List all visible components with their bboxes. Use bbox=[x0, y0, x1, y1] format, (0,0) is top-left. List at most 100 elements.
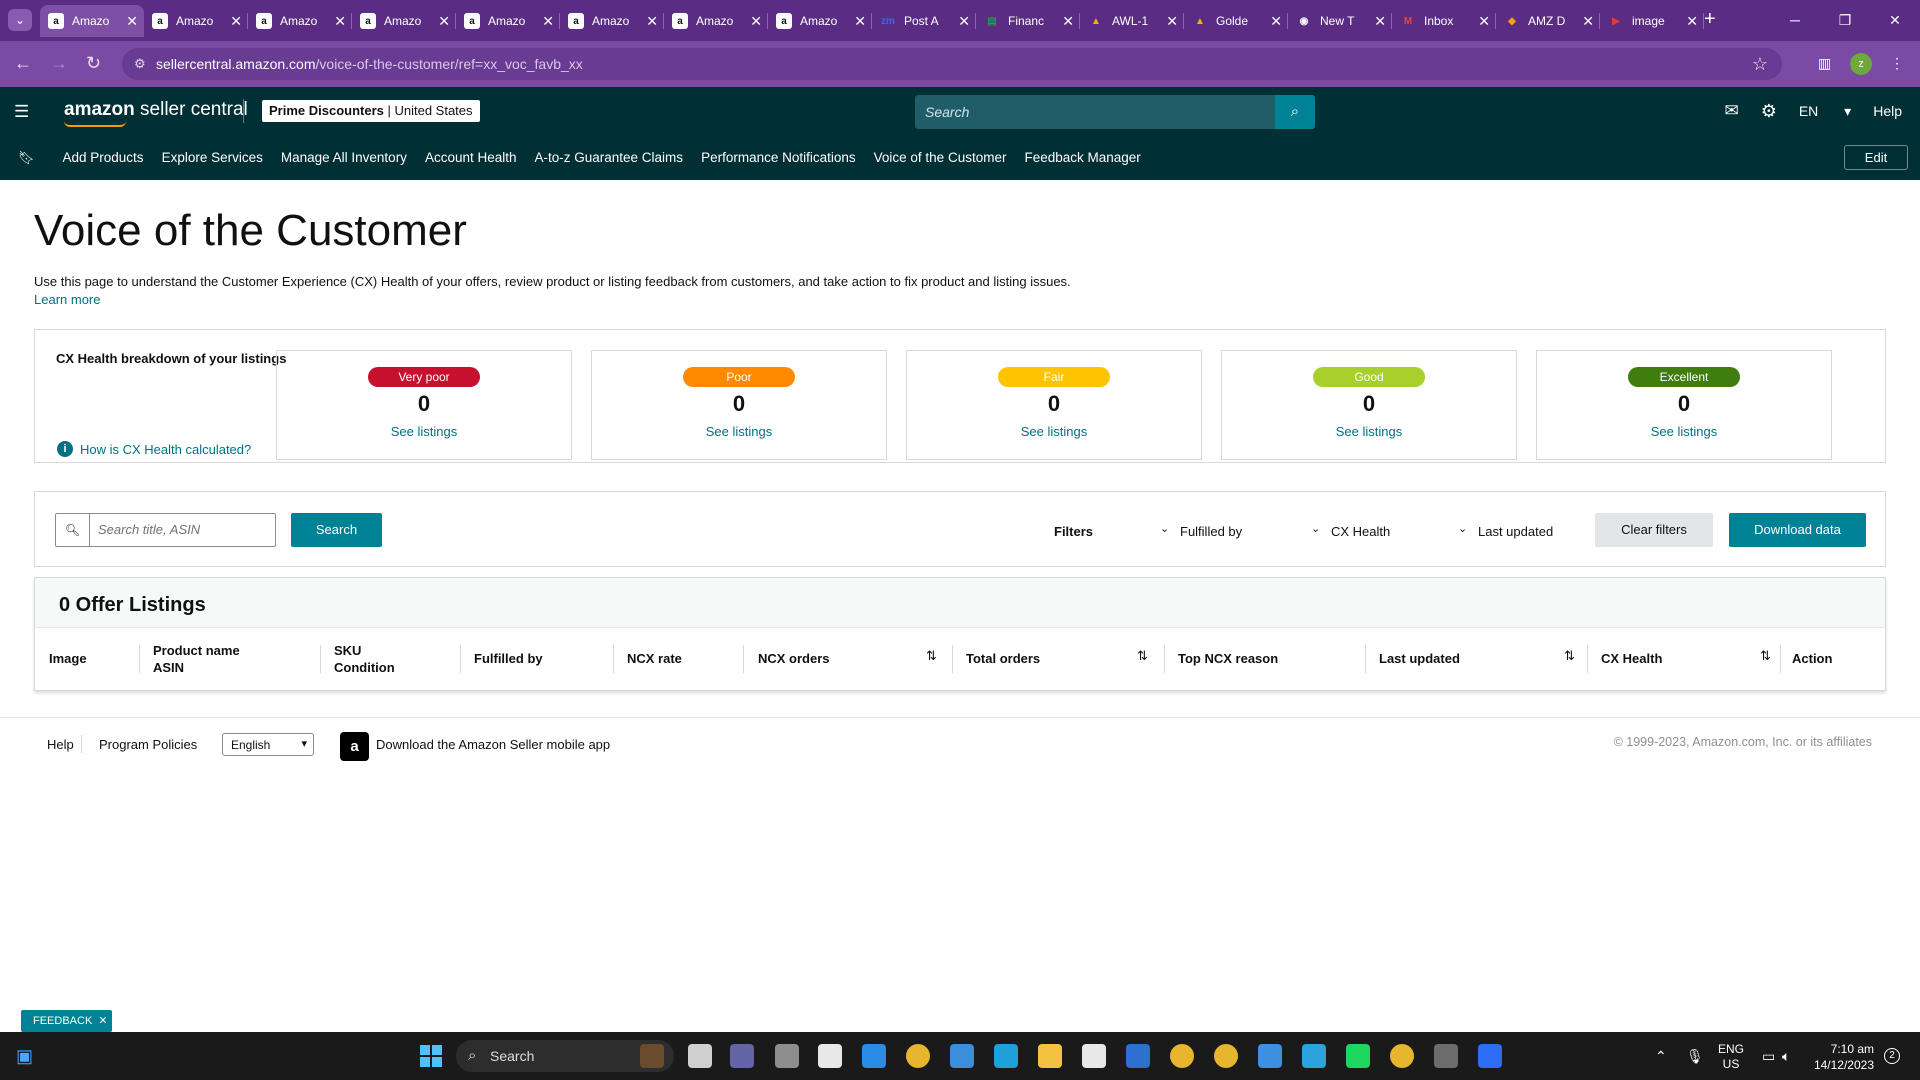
close-tab-icon[interactable]: ✕ bbox=[1062, 13, 1074, 30]
close-tab-icon[interactable]: ✕ bbox=[230, 13, 242, 30]
browser-tab[interactable]: ◆ AMZ D ✕ bbox=[1496, 5, 1600, 37]
nav-a-to-z-claims[interactable]: A-to-z Guarantee Claims bbox=[535, 150, 684, 165]
browser-tab[interactable]: ▶ image ✕ bbox=[1600, 5, 1704, 37]
close-tab-icon[interactable]: ✕ bbox=[542, 13, 554, 30]
close-icon[interactable]: ✕ bbox=[98, 1015, 107, 1027]
see-listings-link[interactable]: See listings bbox=[907, 424, 1201, 439]
nav-account-health[interactable]: Account Health bbox=[425, 150, 517, 165]
nav-explore-services[interactable]: Explore Services bbox=[162, 150, 263, 165]
footer-help-link[interactable]: Help bbox=[47, 737, 74, 752]
zoom-icon[interactable] bbox=[1478, 1044, 1502, 1068]
close-tab-icon[interactable]: ✕ bbox=[1478, 13, 1490, 30]
telegram-icon[interactable] bbox=[1302, 1044, 1326, 1068]
notification-badge[interactable]: 2 bbox=[1884, 1048, 1900, 1064]
chrome-icon[interactable] bbox=[1214, 1044, 1238, 1068]
browser-tab[interactable]: a Amazo ✕ bbox=[248, 5, 352, 37]
clear-filters-button[interactable]: Clear filters bbox=[1595, 513, 1713, 547]
forward-icon[interactable]: → bbox=[50, 53, 68, 74]
stocks-app-icon[interactable] bbox=[1082, 1044, 1106, 1068]
language-selector[interactable]: EN ▾ bbox=[1799, 103, 1851, 120]
close-tab-icon[interactable]: ✕ bbox=[1582, 13, 1594, 30]
browser-tab[interactable]: ▲ AWL-1 ✕ bbox=[1080, 5, 1184, 37]
browser-tab[interactable]: zm Post A ✕ bbox=[872, 5, 976, 37]
sort-icon[interactable]: ⇅ bbox=[1760, 648, 1771, 664]
header-search-button[interactable]: ⌕ bbox=[1275, 95, 1315, 129]
listing-search-button[interactable]: Search bbox=[291, 513, 382, 547]
network-icon[interactable]: ▭ bbox=[1762, 1032, 1775, 1080]
widgets-icon[interactable]: ▣ bbox=[16, 1046, 33, 1067]
listing-search-input[interactable]: 🔍︎ Search title, ASIN bbox=[55, 513, 276, 547]
browser-tab[interactable]: ▤ Financ ✕ bbox=[976, 5, 1080, 37]
download-data-button[interactable]: Download data bbox=[1729, 513, 1866, 547]
sort-icon[interactable]: ⇅ bbox=[1137, 648, 1148, 664]
footer-policies-link[interactable]: Program Policies bbox=[99, 737, 197, 752]
close-tab-icon[interactable]: ✕ bbox=[1166, 13, 1178, 30]
restore-icon[interactable]: ❐ bbox=[1820, 0, 1870, 41]
nav-voice-of-customer[interactable]: Voice of the Customer bbox=[874, 150, 1007, 165]
see-listings-link[interactable]: See listings bbox=[592, 424, 886, 439]
browser-tab[interactable]: a Amazo ✕ bbox=[144, 5, 248, 37]
store-icon[interactable] bbox=[862, 1044, 886, 1068]
browser-tab[interactable]: ▲ Golde ✕ bbox=[1184, 5, 1288, 37]
see-listings-link[interactable]: See listings bbox=[1537, 424, 1831, 439]
browser-tab[interactable]: a Amazo ✕ bbox=[352, 5, 456, 37]
close-tab-icon[interactable]: ✕ bbox=[1686, 13, 1698, 30]
close-tab-icon[interactable]: ✕ bbox=[1374, 13, 1386, 30]
bookmark-star-icon[interactable]: ☆ bbox=[1752, 54, 1768, 75]
see-listings-link[interactable]: See listings bbox=[1222, 424, 1516, 439]
cx-health-info-link[interactable]: i How is CX Health calculated? bbox=[57, 441, 251, 457]
nav-feedback-manager[interactable]: Feedback Manager bbox=[1024, 150, 1140, 165]
mail-icon[interactable]: ✉ bbox=[1724, 101, 1738, 121]
chrome-icon[interactable] bbox=[1170, 1044, 1194, 1068]
nav-add-products[interactable]: Add Products bbox=[63, 150, 144, 165]
notepad-icon[interactable] bbox=[1258, 1044, 1282, 1068]
stocks-app-icon[interactable] bbox=[818, 1044, 842, 1068]
footer-language-select[interactable]: English ▾ bbox=[222, 733, 314, 756]
back-icon[interactable]: ← bbox=[14, 53, 32, 74]
cx-health-filter[interactable]: CX Health bbox=[1331, 524, 1390, 539]
fulfilled-by-filter[interactable]: Fulfilled by bbox=[1180, 524, 1242, 539]
browser-tab[interactable]: M Inbox ✕ bbox=[1392, 5, 1496, 37]
microphone-icon[interactable]: 🎙︎ bbox=[1686, 1032, 1704, 1080]
download-app-link[interactable]: Download the Amazon Seller mobile app bbox=[376, 737, 610, 752]
header-search-input[interactable]: Search bbox=[915, 95, 1275, 129]
see-listings-link[interactable]: See listings bbox=[277, 424, 571, 439]
browser-menu-icon[interactable]: ⋮ bbox=[1890, 55, 1904, 72]
remote-desktop-icon[interactable] bbox=[950, 1044, 974, 1068]
browser-tab[interactable]: ◉ New T ✕ bbox=[1288, 5, 1392, 37]
help-link[interactable]: Help bbox=[1873, 103, 1902, 119]
teams-icon[interactable] bbox=[730, 1044, 754, 1068]
profile-avatar[interactable]: z bbox=[1850, 53, 1872, 75]
settings-gear-icon[interactable]: ⚙ bbox=[1761, 101, 1777, 122]
clock[interactable]: 7:10 am 14/12/2023 bbox=[1812, 1041, 1874, 1073]
edge-icon[interactable] bbox=[994, 1044, 1018, 1068]
close-tab-icon[interactable]: ✕ bbox=[126, 13, 138, 30]
nav-manage-inventory[interactable]: Manage All Inventory bbox=[281, 150, 407, 165]
explorer-widget-icon[interactable] bbox=[640, 1044, 664, 1068]
close-tab-icon[interactable]: ✕ bbox=[1270, 13, 1282, 30]
close-tab-icon[interactable]: ✕ bbox=[854, 13, 866, 30]
url-field[interactable]: ⚙ sellercentral.amazon.com/voice-of-the-… bbox=[122, 48, 1782, 80]
new-tab-button[interactable]: + bbox=[1704, 8, 1716, 31]
spotify-icon[interactable] bbox=[1346, 1044, 1370, 1068]
account-switcher[interactable]: Prime Discounters | United States bbox=[262, 100, 480, 122]
start-windows-icon[interactable] bbox=[420, 1045, 442, 1067]
settings-icon[interactable] bbox=[775, 1044, 799, 1068]
close-tab-icon[interactable]: ✕ bbox=[750, 13, 762, 30]
edit-nav-button[interactable]: Edit bbox=[1844, 145, 1908, 170]
close-window-icon[interactable]: ✕ bbox=[1870, 0, 1920, 41]
reload-icon[interactable]: ↻ bbox=[86, 53, 101, 74]
chevron-up-icon[interactable]: ⌃ bbox=[1655, 1032, 1667, 1080]
seller-central-logo[interactable]: amazon seller central bbox=[64, 99, 248, 127]
site-info-icon[interactable]: ⚙ bbox=[134, 56, 146, 72]
nav-performance-notifications[interactable]: Performance Notifications bbox=[701, 150, 856, 165]
browser-tab[interactable]: a Amazo ✕ bbox=[560, 5, 664, 37]
file-viewer-icon[interactable] bbox=[688, 1044, 712, 1068]
tab-search-button[interactable]: ⌄ bbox=[8, 9, 32, 31]
browser-tab[interactable]: a Amazo ✕ bbox=[768, 5, 872, 37]
chrome-icon[interactable] bbox=[906, 1044, 930, 1068]
minimize-icon[interactable]: ─ bbox=[1770, 0, 1820, 41]
close-tab-icon[interactable]: ✕ bbox=[646, 13, 658, 30]
browser-tab[interactable]: a Amazo ✕ bbox=[456, 5, 560, 37]
file-explorer-icon[interactable] bbox=[1038, 1044, 1062, 1068]
